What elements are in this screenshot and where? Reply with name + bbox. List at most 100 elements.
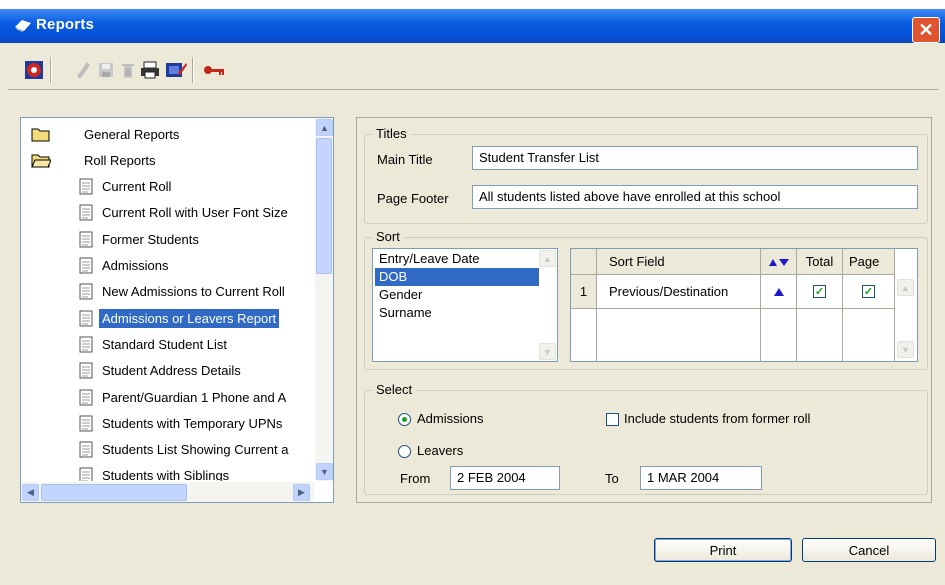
grid-scroll-up[interactable]: ▲ — [897, 279, 914, 296]
report-icon — [79, 389, 93, 406]
tree-item[interactable]: Standard Student List — [79, 332, 230, 356]
grid-cell-direction[interactable] — [761, 275, 797, 309]
grid-empty-cell — [843, 309, 895, 361]
title-bar — [0, 9, 945, 43]
grid-cell-total[interactable]: ✓ — [797, 275, 843, 309]
scroll-up-button[interactable]: ▲ — [316, 119, 333, 136]
scroll-thumb[interactable] — [316, 138, 332, 274]
report-icon — [79, 178, 93, 195]
h-scroll-thumb[interactable] — [41, 484, 187, 501]
toolbar-separator — [192, 57, 194, 83]
grid-cell-sort-field[interactable]: Previous/Destination — [597, 275, 761, 309]
edit-button[interactable] — [72, 57, 96, 83]
scroll-down-button[interactable]: ▼ — [316, 463, 333, 480]
tree-item[interactable]: Students with Temporary UPNs — [79, 411, 285, 435]
scroll-right-button[interactable]: ▶ — [293, 484, 310, 501]
grid-header-direction[interactable] — [761, 249, 797, 275]
run-report-button[interactable] — [22, 57, 46, 83]
print-button[interactable]: Print — [654, 538, 792, 562]
tree-item-label: Roll Reports — [84, 152, 156, 168]
cancel-button[interactable]: Cancel — [802, 538, 936, 562]
listbox-scroll-up[interactable]: ▲ — [539, 250, 556, 267]
chevron-left-icon: ◀ — [27, 487, 34, 497]
tree-item[interactable]: Current Roll with User Font Size — [79, 201, 291, 225]
listbox-scroll-down[interactable]: ▼ — [539, 343, 556, 360]
chevron-up-icon: ▲ — [543, 253, 552, 264]
grid-cell-page[interactable]: ✓ — [843, 275, 895, 309]
key-icon — [204, 66, 224, 75]
leavers-label[interactable]: Leavers — [417, 443, 463, 458]
scroll-left-button[interactable]: ◀ — [22, 484, 39, 501]
report-icon — [79, 283, 93, 300]
reports-app-icon — [14, 19, 32, 36]
delete-icon — [122, 64, 134, 78]
run-report-icon — [25, 61, 43, 79]
sort-fields-listbox[interactable]: Entry/Leave Date DOB Gender Surname ▲ ▼ — [372, 248, 558, 362]
chevron-up-icon: ▲ — [901, 282, 910, 293]
grid-row-number: 1 — [571, 275, 597, 309]
list-item[interactable]: Surname — [375, 304, 539, 322]
tools-icon — [166, 63, 187, 77]
tree-item-label: Admissions or Leavers Report — [99, 308, 280, 328]
toolbar — [8, 51, 938, 90]
grid-header-page: Page — [843, 249, 895, 275]
from-date-input[interactable]: 2 FEB 2004 — [450, 466, 560, 490]
report-tree[interactable]: General Reports Roll Reports Current Roll C… — [21, 118, 314, 481]
tree-horizontal-scrollbar[interactable]: ◀ ▶ — [21, 482, 314, 502]
close-icon: ✕ — [918, 19, 934, 40]
tree-item[interactable]: Parent/Guardian 1 Phone and A — [79, 385, 289, 409]
tree-item-label: Former Students — [102, 231, 199, 247]
tree-item[interactable]: General Reports — [31, 122, 182, 146]
sort-direction-icon — [768, 258, 789, 266]
folder-open-icon — [31, 152, 51, 168]
list-item[interactable]: DOB — [375, 268, 539, 286]
report-icon — [79, 336, 93, 353]
tools-button[interactable] — [164, 57, 188, 83]
total-checkbox[interactable]: ✓ — [813, 285, 826, 298]
tree-item[interactable]: Admissions or Leavers Report — [79, 306, 280, 330]
sort-grid[interactable]: Sort Field Total Page 1 Previous/Destina… — [570, 248, 918, 362]
list-item[interactable]: Gender — [375, 286, 539, 304]
save-icon — [99, 63, 113, 77]
tree-item[interactable]: Current Roll — [79, 175, 174, 199]
grid-header-total: Total — [797, 249, 843, 275]
tree-item-label: Current Roll with User Font Size — [102, 205, 288, 221]
report-icon — [79, 362, 93, 379]
tree-item[interactable]: Former Students — [79, 227, 202, 251]
include-former-roll-label[interactable]: Include students from former roll — [624, 411, 810, 426]
tree-item-label: Student Address Details — [102, 363, 241, 379]
tree-item[interactable]: Admissions — [79, 254, 171, 278]
folder-closed-icon — [31, 126, 51, 142]
save-button[interactable] — [94, 57, 118, 83]
tree-item[interactable]: Roll Reports — [31, 148, 159, 172]
report-icon — [79, 231, 93, 248]
to-date-input[interactable]: 1 MAR 2004 — [640, 466, 762, 490]
to-label: To — [605, 471, 619, 486]
key-button[interactable] — [202, 57, 226, 83]
report-tree-panel: General Reports Roll Reports Current Roll C… — [20, 117, 334, 503]
print-icon — [141, 61, 159, 79]
admissions-radio[interactable] — [398, 413, 411, 426]
main-title-input[interactable]: Student Transfer List — [472, 146, 918, 170]
report-icon — [79, 204, 93, 221]
admissions-label[interactable]: Admissions — [417, 411, 483, 426]
chevron-down-icon: ▼ — [543, 346, 552, 357]
tree-item[interactable]: New Admissions to Current Roll — [79, 280, 288, 304]
tree-item-label: Students with Temporary UPNs — [102, 415, 283, 431]
tree-vertical-scrollbar[interactable]: ▲ ▼ — [315, 118, 333, 481]
close-button[interactable]: ✕ — [912, 17, 940, 43]
grid-scroll-down[interactable]: ▼ — [897, 341, 914, 358]
tree-item[interactable]: Students with Siblings — [79, 464, 232, 481]
tree-item[interactable]: Students List Showing Current a — [79, 438, 291, 462]
leavers-radio[interactable] — [398, 445, 411, 458]
chevron-down-icon: ▼ — [320, 466, 329, 477]
page-footer-input[interactable]: All students listed above have enrolled … — [472, 185, 918, 209]
list-item[interactable]: Entry/Leave Date — [375, 250, 539, 268]
delete-button[interactable] — [116, 57, 140, 83]
top-strip — [0, 0, 945, 9]
tree-item[interactable]: Student Address Details — [79, 359, 244, 383]
page-checkbox[interactable]: ✓ — [862, 285, 875, 298]
main-title-label: Main Title — [377, 152, 433, 167]
include-former-roll-checkbox[interactable] — [606, 413, 619, 426]
print-button[interactable] — [138, 57, 162, 83]
